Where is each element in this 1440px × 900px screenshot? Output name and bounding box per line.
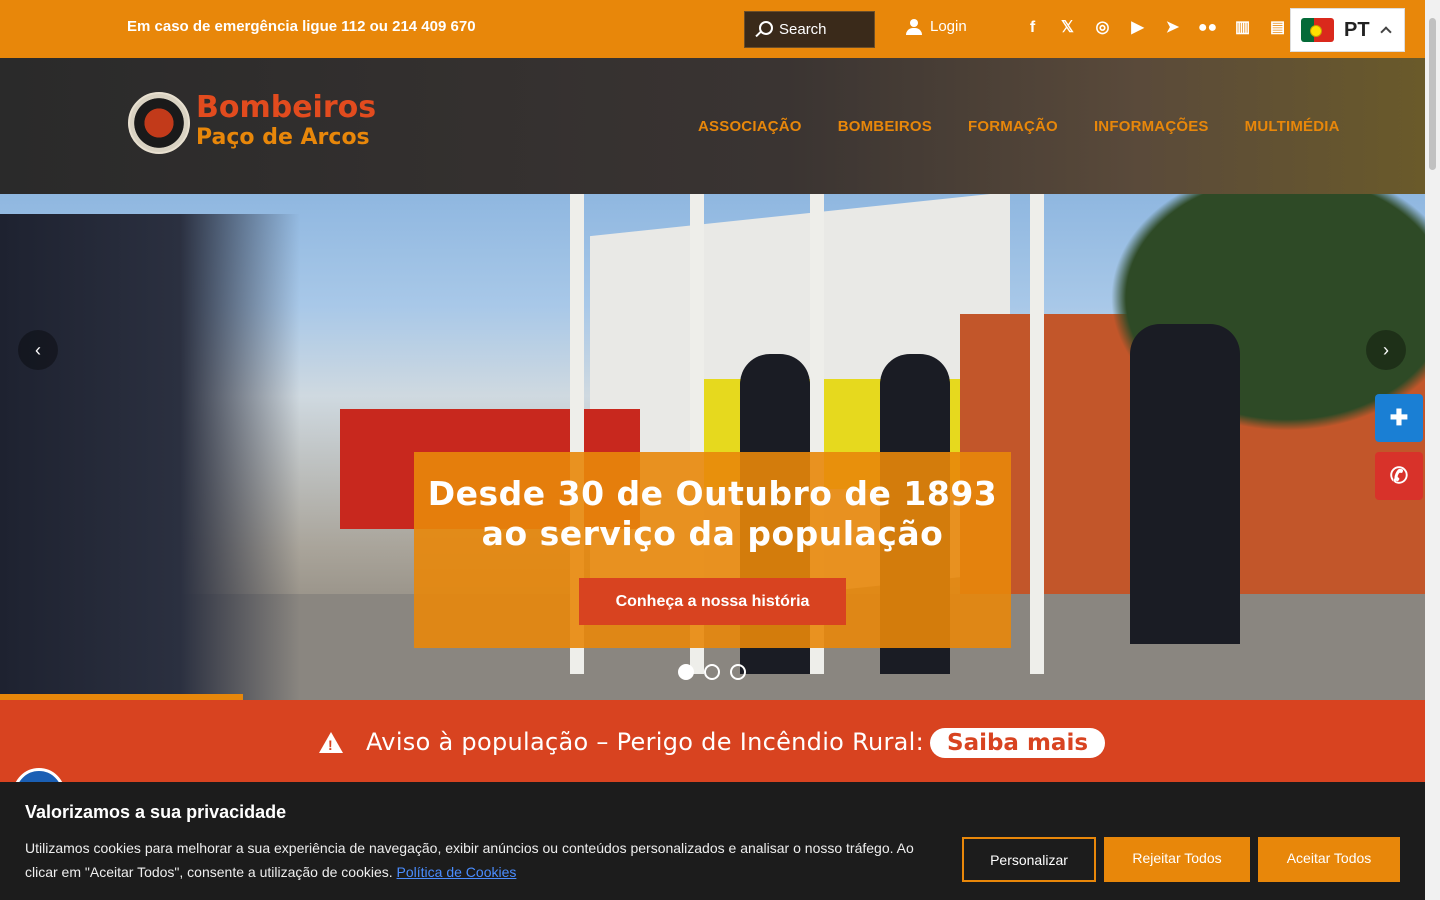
top-bar: Em caso de emergência ligue 112 ou 214 4… [0,0,1425,58]
slide-dot-1[interactable] [678,664,694,680]
facebook-icon[interactable]: f [1015,16,1050,40]
scrollbar[interactable] [1425,0,1440,900]
hero-title: Desde 30 de Outubro de 1893 ao serviço d… [414,474,1011,554]
cookie-text: Utilizamos cookies para melhorar a sua e… [25,836,950,884]
login-label: Login [930,18,967,35]
login-link[interactable]: Login [906,18,967,35]
hero-photo-flagpole [1030,194,1044,674]
nav-item-informacoes[interactable]: INFORMAÇÕES [1094,118,1209,135]
cookie-policy-link[interactable]: Política de Cookies [397,864,517,880]
logo-line2: Paço de Arcos [196,125,370,150]
cookie-title: Valorizamos a sua privacidade [25,802,287,822]
phone-icon[interactable]: ✆ [1375,452,1423,500]
hero-photo-person [1130,324,1240,644]
logo-text: Bombeiros Paço de Arcos [196,93,376,153]
warning-icon [319,732,343,753]
ambulance-icon[interactable]: ✚ [1375,394,1423,442]
language-code: PT [1344,18,1370,41]
book-icon[interactable]: ▥ [1225,16,1260,40]
learn-more-button[interactable]: Saiba mais [930,728,1106,758]
language-selector[interactable]: PT [1290,8,1405,52]
cookie-banner: Valorizamos a sua privacidade Utilizamos… [0,782,1425,900]
hero-caption: Desde 30 de Outubro de 1893 ao serviço d… [414,452,1011,648]
portugal-flag-icon [1301,18,1334,42]
hero-photo-firefighters [0,214,300,700]
fire-alert-bar: Aviso à população – Perigo de Incêndio R… [0,700,1425,782]
instagram-icon[interactable]: ◎ [1085,16,1120,40]
hero-title-line2: ao serviço da população [481,514,944,553]
search-box[interactable] [744,11,875,48]
crest-icon [128,92,190,154]
history-button[interactable]: Conheça a nossa história [578,578,847,625]
search-input[interactable] [779,21,874,38]
scrollbar-thumb[interactable] [1429,18,1436,170]
x-icon[interactable]: 𝕏 [1050,16,1085,40]
slide-dot-2[interactable] [704,664,720,680]
accept-all-button[interactable]: Aceitar Todos [1258,837,1400,882]
flickr-icon[interactable]: ●● [1190,16,1225,40]
alert-text: Aviso à população – Perigo de Incêndio R… [366,728,925,756]
chevron-up-icon [1379,26,1392,38]
logo-line1: Bombeiros [196,90,377,125]
prev-slide-arrow-icon[interactable]: ‹ [18,330,58,370]
site-header: Bombeiros Paço de Arcos ASSOCIAÇÃO BOMBE… [0,58,1425,194]
reject-all-button[interactable]: Rejeitar Todos [1104,837,1250,882]
nav-item-formacao[interactable]: FORMAÇÃO [968,118,1058,135]
next-slide-arrow-icon[interactable]: › [1366,330,1406,370]
site-logo[interactable]: Bombeiros Paço de Arcos [128,92,376,154]
youtube-icon[interactable]: ▶ [1120,16,1155,40]
nav-item-bombeiros[interactable]: BOMBEIROS [838,118,932,135]
user-icon [906,18,922,35]
slider-dots [678,664,746,680]
nav-item-multimedia[interactable]: MULTIMÉDIA [1245,118,1340,135]
nav-item-associacao[interactable]: ASSOCIAÇÃO [698,118,802,135]
social-links: f 𝕏 ◎ ▶ ➤ ●● ▥ ▤ [1015,16,1295,40]
telegram-icon[interactable]: ➤ [1155,16,1190,40]
emergency-notice: Em caso de emergência ligue 112 ou 214 4… [127,18,476,35]
hero-title-line1: Desde 30 de Outubro de 1893 [427,474,998,513]
search-icon [755,20,773,39]
customize-button[interactable]: Personalizar [962,837,1096,882]
main-nav: ASSOCIAÇÃO BOMBEIROS FORMAÇÃO INFORMAÇÕE… [698,118,1340,135]
hero-slider: ‹ › Desde 30 de Outubro de 1893 ao servi… [0,194,1425,700]
slide-dot-3[interactable] [730,664,746,680]
